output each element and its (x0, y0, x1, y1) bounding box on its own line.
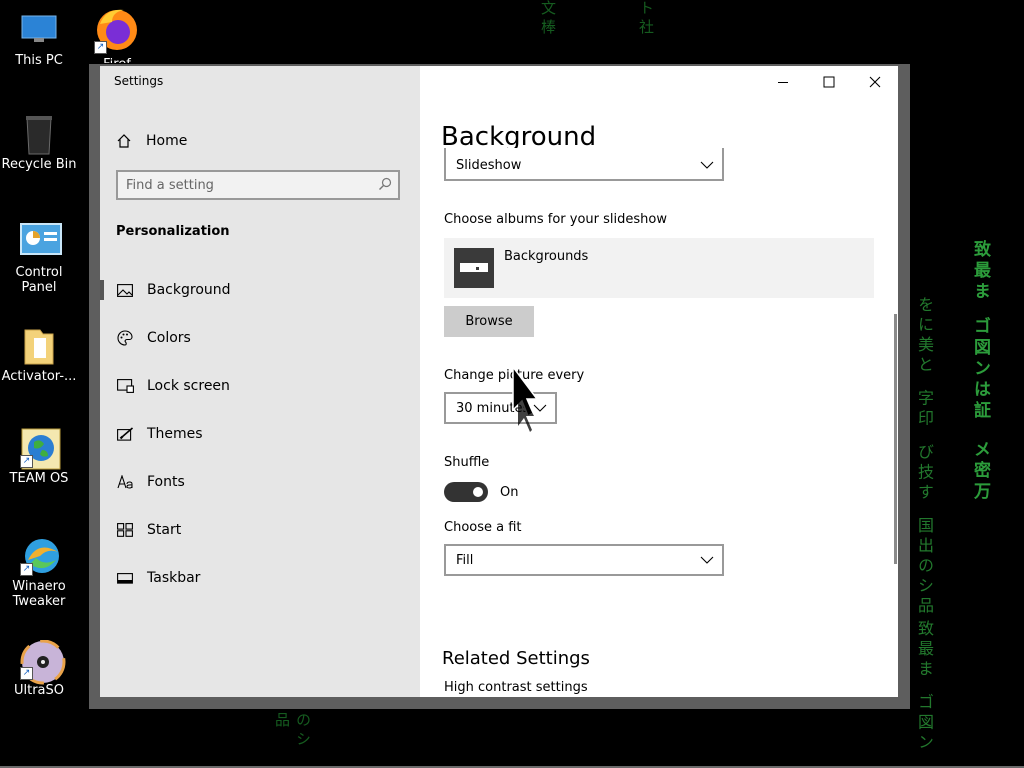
sidebar-item-taskbar[interactable]: Taskbar (100, 558, 420, 598)
matrix-wallpaper-text: 文棒 (539, 0, 557, 38)
shuffle-state: On (500, 485, 519, 500)
desktop-icon-label: Winaero Tweaker (12, 579, 66, 609)
shuffle-toggle[interactable] (444, 482, 488, 502)
fit-dropdown[interactable]: Fill (444, 544, 724, 576)
desktop-icon-label: Firef (78, 57, 156, 63)
desktop-icon-ultraiso[interactable]: ↗ UltraSO (0, 639, 78, 698)
chevron-down-icon (700, 161, 714, 169)
minimize-button[interactable] (760, 66, 806, 98)
dropdown-value: Slideshow (456, 158, 522, 173)
matrix-wallpaper-text: ト社 (637, 0, 655, 38)
matrix-wallpaper-text: のシ品 (273, 712, 312, 750)
sidebar-item-label: Colors (147, 330, 191, 346)
album-name: Backgrounds (504, 249, 589, 264)
matrix-wallpaper-text: 致最ま ゴ図ン (915, 620, 934, 754)
album-thumbnail-icon (454, 248, 494, 288)
shortcut-arrow-icon: ↗ (20, 455, 33, 468)
close-button[interactable] (852, 66, 898, 98)
settings-window-inner: Settings Home Personalization Background… (100, 66, 898, 697)
window-title: Settings (114, 74, 164, 88)
desktop-icon-activator[interactable]: Activator-... (0, 326, 78, 384)
sidebar-item-start[interactable]: Start (100, 510, 420, 550)
desktop-icon-firefox[interactable]: ↗ Firef (78, 6, 156, 63)
fit-label: Choose a fit (444, 520, 522, 535)
settings-window: Settings Home Personalization Background… (89, 64, 910, 709)
home-icon (117, 134, 131, 148)
folder-icon (20, 326, 58, 365)
search-box (116, 170, 400, 200)
content-pane: Background Slideshow Choose albums for y… (420, 66, 898, 697)
monitor-icon (20, 10, 58, 48)
toggle-knob (473, 487, 483, 497)
scrollbar[interactable] (894, 314, 897, 564)
dropdown-value: Fill (456, 553, 474, 568)
sidebar-item-label: Start (147, 522, 182, 538)
matrix-wallpaper-text: メ密万 (970, 440, 990, 503)
minimize-icon (778, 82, 788, 83)
desktop-icon-label: Recycle Bin (1, 157, 77, 172)
home-label: Home (146, 133, 188, 149)
taskbar-icon (116, 570, 134, 586)
search-input[interactable] (126, 176, 366, 194)
sidebar-item-label: Fonts (147, 474, 185, 490)
albums-label: Choose albums for your slideshow (444, 212, 667, 227)
picture-icon (116, 282, 134, 298)
sidebar-item-label: Themes (147, 426, 203, 442)
search-icon[interactable] (378, 177, 392, 191)
close-icon (869, 76, 881, 88)
shuffle-label: Shuffle (444, 455, 490, 470)
globe-icon: ↗ (20, 428, 61, 470)
sidebar-item-colors[interactable]: Colors (100, 318, 420, 358)
shortcut-arrow-icon: ↗ (20, 563, 33, 576)
desktop-icon-label: TEAM OS (9, 471, 69, 486)
desktop-icon-recycle-bin[interactable]: Recycle Bin (0, 114, 78, 172)
matrix-wallpaper-text: 致最ま ゴ図ンは証 (970, 240, 990, 423)
high-contrast-settings-link[interactable]: High contrast settings (444, 680, 588, 695)
desktop-icon-label: Activator-... (1, 369, 77, 384)
home-link[interactable]: Home (116, 130, 187, 152)
desktop-icon-this-pc[interactable]: This PC (0, 10, 78, 68)
desktop-icon-label: Control Panel (15, 265, 63, 295)
sidebar-item-lock-screen[interactable]: Lock screen (100, 366, 420, 406)
background-type-dropdown[interactable]: Slideshow (444, 148, 724, 181)
control-panel-icon (20, 222, 62, 260)
matrix-wallpaper-text: をに美と 字印 び技す 国出のシ品 (915, 296, 934, 617)
desktop-icon-team-os[interactable]: ↗ TEAM OS (0, 428, 78, 486)
sidebar-item-themes[interactable]: Themes (100, 414, 420, 454)
sidebar-item-label: Taskbar (147, 570, 201, 586)
firefox-icon: ↗ (94, 6, 140, 54)
desktop-icon-winaero-tweaker[interactable]: ↗ Winaero Tweaker (0, 536, 78, 609)
maximize-button[interactable] (806, 66, 852, 98)
shortcut-arrow-icon: ↗ (94, 41, 107, 54)
start-icon (116, 522, 134, 538)
chevron-down-icon (700, 556, 714, 564)
lock-screen-icon (116, 378, 134, 394)
album-thumbnail-detail (476, 267, 479, 270)
font-icon (116, 474, 134, 490)
album-item[interactable]: Backgrounds (444, 238, 874, 298)
related-settings-heading: Related Settings (442, 648, 590, 669)
palette-icon (116, 330, 134, 346)
maximize-icon (823, 76, 835, 88)
winaero-icon: ↗ (20, 536, 59, 576)
desktop-icon-control-panel[interactable]: Control Panel (0, 222, 78, 295)
change-picture-dropdown[interactable]: 30 minutes (444, 392, 557, 424)
recycle-bin-icon (20, 114, 58, 155)
browse-button[interactable]: Browse (444, 306, 534, 337)
sidebar-item-label: Background (147, 282, 231, 298)
disc-icon: ↗ (20, 639, 66, 685)
sidebar-item-label: Lock screen (147, 378, 230, 394)
shortcut-arrow-icon: ↗ (20, 667, 33, 680)
brush-icon (116, 426, 134, 442)
section-title: Personalization (116, 224, 230, 239)
sidebar-item-fonts[interactable]: Fonts (100, 462, 420, 502)
mouse-cursor-icon (512, 366, 538, 432)
desktop-icon-label: This PC (15, 53, 63, 68)
sidebar-item-background[interactable]: Background (100, 270, 420, 310)
sidebar: Settings Home Personalization Background… (100, 66, 420, 697)
